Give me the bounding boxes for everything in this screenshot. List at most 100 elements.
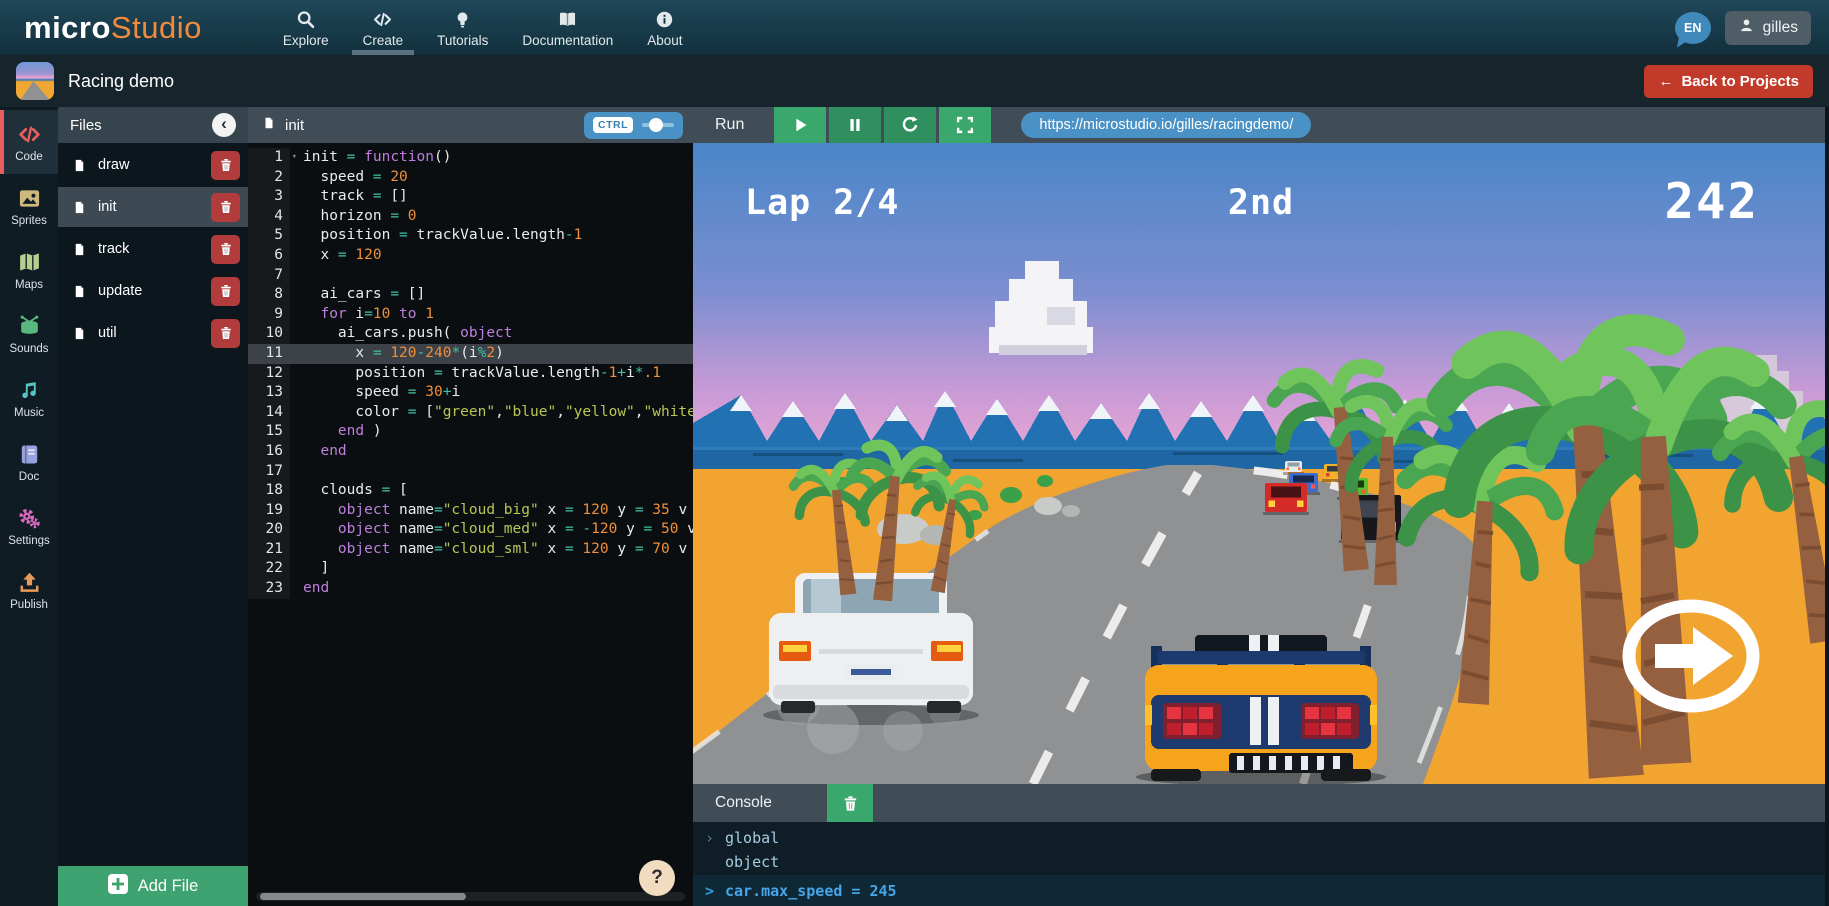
code-line[interactable]: 12 position = trackValue.length-1+i*.1 (248, 364, 693, 384)
nav-item-about[interactable]: About (630, 0, 699, 55)
line-number: 15 (248, 422, 290, 442)
restart-button[interactable] (884, 107, 936, 143)
user-button[interactable]: gilles (1725, 11, 1811, 45)
code-line[interactable]: 23end (248, 579, 693, 599)
toggle-knob[interactable] (649, 118, 663, 132)
line-number: 1▾ (248, 148, 290, 168)
code-line[interactable]: 3 track = [] (248, 187, 693, 207)
sidebar-item-music[interactable]: Music (0, 366, 58, 430)
project-url[interactable]: https://microstudio.io/gilles/racingdemo… (1021, 112, 1311, 138)
sidebar-item-sprites[interactable]: Sprites (0, 174, 58, 238)
line-number: 9 (248, 305, 290, 325)
line-number: 2 (248, 168, 290, 188)
line-number: 4 (248, 207, 290, 227)
code-line[interactable]: 17 (248, 462, 693, 482)
clear-console-button[interactable] (827, 784, 873, 822)
code-line[interactable]: 7 (248, 266, 693, 286)
file-icon (72, 198, 87, 217)
play-button[interactable] (774, 107, 826, 143)
file-row-draw[interactable]: draw (58, 145, 248, 185)
console-input-text: car.max_speed = 245 (725, 882, 897, 900)
delete-draw-button[interactable] (211, 151, 240, 180)
code-line[interactable]: 14 color = ["green","blue","yellow","whi… (248, 403, 693, 423)
code-line[interactable]: 20 object name="cloud_med" x = -120 y = … (248, 520, 693, 540)
person-icon (1738, 17, 1755, 39)
code-line[interactable]: 10 ai_cars.push( object (248, 324, 693, 344)
code-line[interactable]: 19 object name="cloud_big" x = 120 y = 3… (248, 501, 693, 521)
nav-item-documentation[interactable]: Documentation (505, 0, 630, 55)
code-line[interactable]: 22 ] (248, 559, 693, 579)
toggle-slider (642, 123, 674, 127)
doc-icon (17, 442, 42, 467)
code-line[interactable]: 8 ai_cars = [] (248, 285, 693, 305)
file-icon (72, 282, 87, 301)
project-bar: Racing demo ← Back to Projects (0, 55, 1829, 107)
line-number: 3 (248, 187, 290, 207)
code-line[interactable]: 11 x = 120-240*(i%2) (248, 344, 693, 364)
code-line[interactable]: 4 horizon = 0 (248, 207, 693, 227)
editor-tab-init[interactable]: init (285, 117, 304, 134)
main-area: CodeSpritesMapsSoundsMusicDocSettingsPub… (0, 107, 1829, 906)
code-line[interactable]: 2 speed = 20 (248, 168, 693, 188)
nav-item-tutorials[interactable]: Tutorials (420, 0, 505, 55)
code-line[interactable]: 16 end (248, 442, 693, 462)
code-line[interactable]: 1▾init = function() (248, 148, 693, 168)
trash-icon (218, 157, 234, 173)
line-number: 20 (248, 520, 290, 540)
back-to-projects-button[interactable]: ← Back to Projects (1644, 65, 1813, 98)
code-line[interactable]: 18 clouds = [ (248, 481, 693, 501)
add-file-button[interactable]: Add File (58, 866, 248, 906)
console-body: ›globalobject > car.max_speed = 245 (693, 822, 1829, 906)
code-line[interactable]: 13 speed = 30+i (248, 383, 693, 403)
brand-studio: Studio (111, 10, 202, 46)
delete-update-button[interactable] (211, 277, 240, 306)
sidebar-item-code[interactable]: Code (0, 110, 58, 174)
file-row-update[interactable]: update (58, 271, 248, 311)
file-icon (72, 324, 87, 343)
sidebar-item-settings[interactable]: Settings (0, 494, 58, 558)
fullscreen-button[interactable] (939, 107, 991, 143)
user-name: gilles (1763, 19, 1798, 37)
runtime-viewer: Run https://microstudio.io/gilles/racing… (693, 107, 1829, 906)
sidebar-item-publish[interactable]: Publish (0, 558, 58, 622)
nav-item-explore[interactable]: Explore (266, 0, 346, 55)
console-entry: ›global (705, 827, 1829, 851)
ctrl-toggle[interactable]: CTRL (584, 112, 683, 139)
help-button[interactable]: ? (639, 860, 675, 896)
file-row-init[interactable]: init (58, 187, 248, 227)
project-thumbnail[interactable] (16, 62, 54, 100)
code-line[interactable]: 15 end ) (248, 422, 693, 442)
code-line[interactable]: 5 position = trackValue.length-1 (248, 226, 693, 246)
settings-icon (17, 506, 42, 531)
delete-init-button[interactable] (211, 193, 240, 222)
line-number: 14 (248, 403, 290, 423)
top-navbar: microStudio ExploreCreateTutorialsDocume… (0, 0, 1829, 55)
play-icon (789, 114, 811, 136)
trash-icon (218, 283, 234, 299)
plus-icon (108, 874, 128, 899)
code-area[interactable]: 1▾init = function()2 speed = 203 track =… (248, 143, 693, 906)
language-badge[interactable]: EN (1675, 12, 1711, 44)
file-row-track[interactable]: track (58, 229, 248, 269)
code-line[interactable]: 9 for i=10 to 1 (248, 305, 693, 325)
scrollbar-thumb[interactable] (260, 893, 466, 900)
game-screen[interactable]: Lap 2/4 2nd 242 (693, 143, 1829, 784)
brand-logo[interactable]: microStudio (24, 0, 202, 55)
sidebar-item-maps[interactable]: Maps (0, 238, 58, 302)
delete-util-button[interactable] (211, 319, 240, 348)
code-line[interactable]: 21 object name="cloud_sml" x = 120 y = 7… (248, 540, 693, 560)
pause-button[interactable] (829, 107, 881, 143)
console-input[interactable]: > car.max_speed = 245 (693, 875, 1829, 906)
code-line[interactable]: 6 x = 120 (248, 246, 693, 266)
line-number: 21 (248, 540, 290, 560)
file-row-util[interactable]: util (58, 313, 248, 353)
line-number: 13 (248, 383, 290, 403)
sidebar-item-doc[interactable]: Doc (0, 430, 58, 494)
collapse-panel-button[interactable]: ‹ (212, 113, 236, 137)
sidebar-item-sounds[interactable]: Sounds (0, 302, 58, 366)
delete-track-button[interactable] (211, 235, 240, 264)
file-list: drawinittrackupdateutil (58, 143, 248, 353)
trash-icon (218, 199, 234, 215)
nav-item-create[interactable]: Create (346, 0, 421, 55)
search-icon (295, 9, 316, 30)
